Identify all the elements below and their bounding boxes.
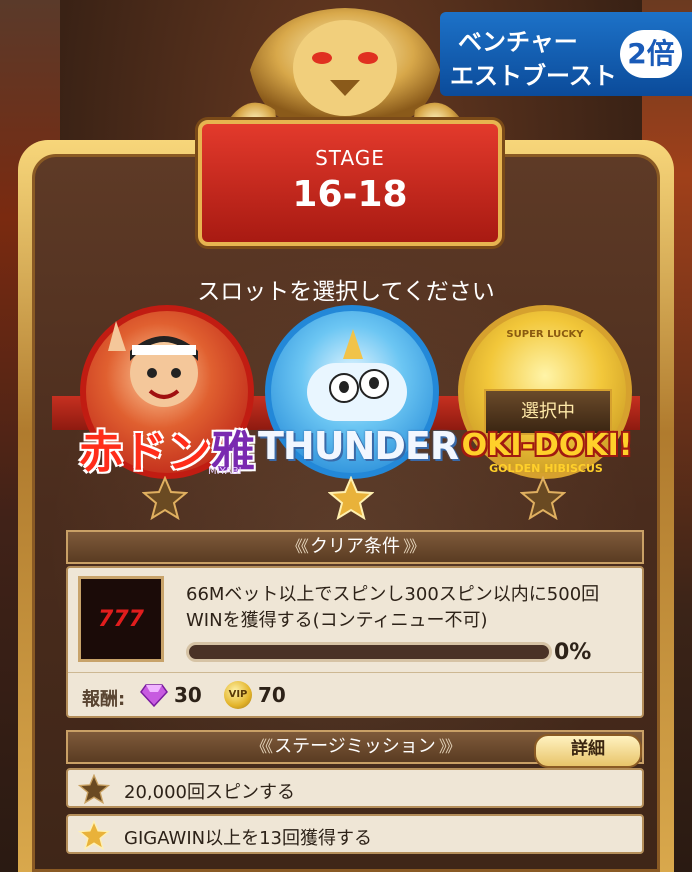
stage-plate: STAGE 16-18 <box>198 120 502 246</box>
condition-progress-bar <box>186 642 552 662</box>
slot-1-star-icon <box>142 476 188 520</box>
quest-boost-banner[interactable]: ベンチャー エストブースト 2倍 <box>440 12 692 96</box>
slot-thunder-logo: THUNDER <box>258 424 459 468</box>
select-slot-prompt: スロットを選択してください <box>197 279 495 305</box>
thunder-eye-left-icon <box>329 373 359 403</box>
clear-conditions-header: 《《 クリア条件 》》 <box>66 530 644 564</box>
banner-multiplier-badge: 2倍 <box>620 30 682 78</box>
mission-item: GIGAWIN以上を13回獲得する <box>66 814 644 854</box>
mission-star-empty-icon <box>78 774 110 804</box>
slot-3-star-icon <box>520 476 566 520</box>
stage-label: STAGE <box>315 146 385 170</box>
thunder-eye-right-icon <box>359 369 389 399</box>
mission-star-achieved-icon <box>78 820 110 850</box>
clear-conditions-panel: 777 66Mベット以上でスピンし300スピン以内に500回WINを獲得する(コ… <box>66 566 644 718</box>
gem-icon <box>140 684 168 707</box>
mission-detail-button[interactable]: 詳細 <box>534 734 642 768</box>
progress-percent: 0% <box>554 640 592 665</box>
clear-conditions-title: クリア条件 <box>310 536 400 557</box>
mission-text: GIGAWIN以上を13回獲得する <box>124 828 373 849</box>
wing-left-icon: 《《 <box>286 537 310 556</box>
stage-number: 16-18 <box>292 174 408 215</box>
reward-vip-value: 70 <box>258 683 286 707</box>
slot-2-star-icon <box>328 476 374 520</box>
slot-okidoki-logo: OKI-DOKI! <box>461 428 633 463</box>
wing-right-icon: 》》 <box>435 737 461 756</box>
mission-text: 20,000回スピンする <box>124 782 295 803</box>
okidoki-logo-subtitle: GOLDEN HIBISCUS <box>489 462 603 475</box>
slot-777-icon: 777 <box>78 576 164 662</box>
slot-777-label: 777 <box>98 607 144 632</box>
banner-line2: エストブースト <box>450 62 617 90</box>
reward-gem-value: 30 <box>174 683 202 707</box>
akadon-logo-subtitle: MIYABI <box>208 466 242 477</box>
banner-line1: ベンチャー <box>458 28 578 56</box>
akadon-logo-main: 赤ドン <box>79 427 211 478</box>
wing-right-icon: 》》 <box>400 537 425 556</box>
wing-left-icon: 《《 <box>251 737 275 756</box>
condition-description: 66Mベット以上でスピンし300スピン以内に500回WINを獲得する(コンティニ… <box>186 584 600 631</box>
stage-missions-title: ステージミッション <box>274 736 436 757</box>
mission-item: 20,000回スピンする <box>66 768 644 808</box>
thunder-horn-icon <box>343 329 363 359</box>
reward-row: 報酬: 30 VIP 70 <box>68 672 642 719</box>
reward-label: 報酬: <box>82 689 126 710</box>
okidoki-top-badge: SUPER LUCKY <box>506 329 584 340</box>
vip-coin-icon: VIP <box>224 681 252 709</box>
